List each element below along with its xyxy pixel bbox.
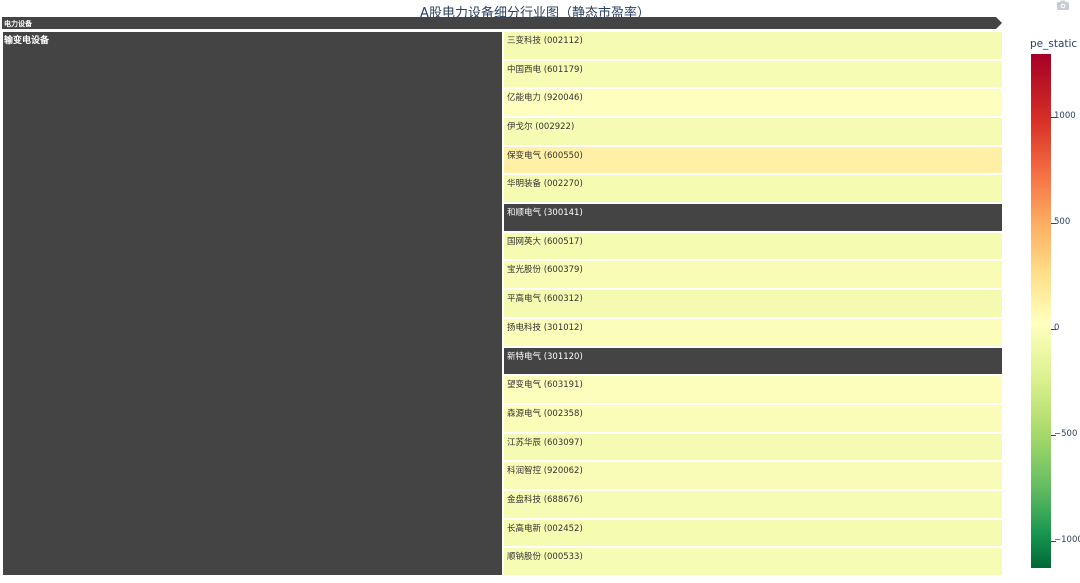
treemap-tile[interactable]: 平高电气 (600312) — [503, 289, 1003, 318]
treemap-tile-label: 新特电气 (301120) — [507, 351, 583, 362]
treemap-tile[interactable]: 亿能电力 (920046) — [503, 88, 1003, 118]
treemap-tile[interactable]: 新特电气 (301120) — [503, 346, 1003, 376]
treemap-tile[interactable]: 顺钠股份 (000533) — [503, 547, 1003, 576]
treemap-tile[interactable]: 科润智控 (920062) — [503, 461, 1003, 490]
treemap-tile-label: 顺钠股份 (000533) — [507, 552, 583, 563]
treemap-tile-label: 中国西电 (601179) — [507, 64, 583, 75]
treemap-parent-tile[interactable] — [2, 31, 503, 576]
treemap-tile[interactable]: 华明装备 (002270) — [503, 174, 1003, 204]
treemap-tile-label: 科润智控 (920062) — [507, 466, 583, 477]
treemap-tile[interactable]: 扬电科技 (301012) — [503, 317, 1003, 347]
treemap-tile[interactable]: 三变科技 (002112) — [503, 31, 1003, 60]
treemap-tile-label: 长高电新 (002452) — [507, 523, 583, 534]
colorbar-tick-label: 1000 — [1054, 111, 1076, 122]
colorbar-tick-label: −500 — [1054, 428, 1078, 439]
treemap-tile-label: 三变科技 (002112) — [507, 36, 583, 46]
treemap-tile[interactable]: 中国西电 (601179) — [503, 59, 1003, 89]
treemap-tile[interactable]: 宝光股份 (600379) — [503, 260, 1003, 290]
treemap-tile-label: 保变电气 (600550) — [507, 150, 583, 161]
pathbar-label: 电力设备 — [4, 20, 32, 28]
treemap-tile[interactable]: 森源电气 (002358) — [503, 403, 1003, 433]
pathbar[interactable] — [2, 17, 1004, 29]
treemap-tile-label: 平高电气 (600312) — [507, 294, 583, 305]
treemap-tile-label: 国网英大 (600517) — [507, 236, 583, 247]
treemap-tile[interactable]: 长高电新 (002452) — [503, 518, 1003, 548]
treemap-tile[interactable]: 和顺电气 (300141) — [503, 203, 1003, 232]
treemap-tile-label: 金盘科技 (688676) — [507, 494, 583, 505]
treemap-tile[interactable]: 江苏华辰 (603097) — [503, 432, 1003, 462]
treemap-tile-label: 伊戈尔 (002922) — [507, 122, 575, 133]
treemap-tile[interactable]: 保变电气 (600550) — [503, 145, 1003, 175]
treemap-tile[interactable]: 伊戈尔 (002922) — [503, 117, 1003, 146]
treemap-tile[interactable]: 金盘科技 (688676) — [503, 489, 1003, 519]
camera-icon[interactable] — [1056, 0, 1070, 10]
treemap-tile-label: 亿能电力 (920046) — [507, 93, 583, 104]
colorbar-tick-label: 500 — [1054, 217, 1071, 228]
treemap-tile[interactable]: 国网英大 (600517) — [503, 231, 1003, 261]
treemap-parent-label: 输变电设备 — [4, 36, 50, 46]
treemap-tile-label: 和顺电气 (300141) — [507, 208, 583, 219]
treemap-tile-label: 宝光股份 (600379) — [507, 265, 583, 276]
colorbar-tick-label: 0 — [1054, 322, 1060, 333]
colorbar — [1031, 54, 1051, 568]
colorbar-tick-label: −1000 — [1054, 534, 1080, 545]
treemap-tile-label: 华明装备 (002270) — [507, 179, 583, 190]
treemap-tile-label: 森源电气 (002358) — [507, 408, 583, 419]
treemap-tile-label: 望变电气 (603191) — [507, 380, 583, 391]
treemap-tile-label: 扬电科技 (301012) — [507, 322, 583, 333]
colorbar-title: pe_static — [1030, 38, 1078, 50]
treemap-tile-label: 江苏华辰 (603097) — [507, 437, 583, 448]
treemap-tile[interactable]: 望变电气 (603191) — [503, 375, 1003, 404]
